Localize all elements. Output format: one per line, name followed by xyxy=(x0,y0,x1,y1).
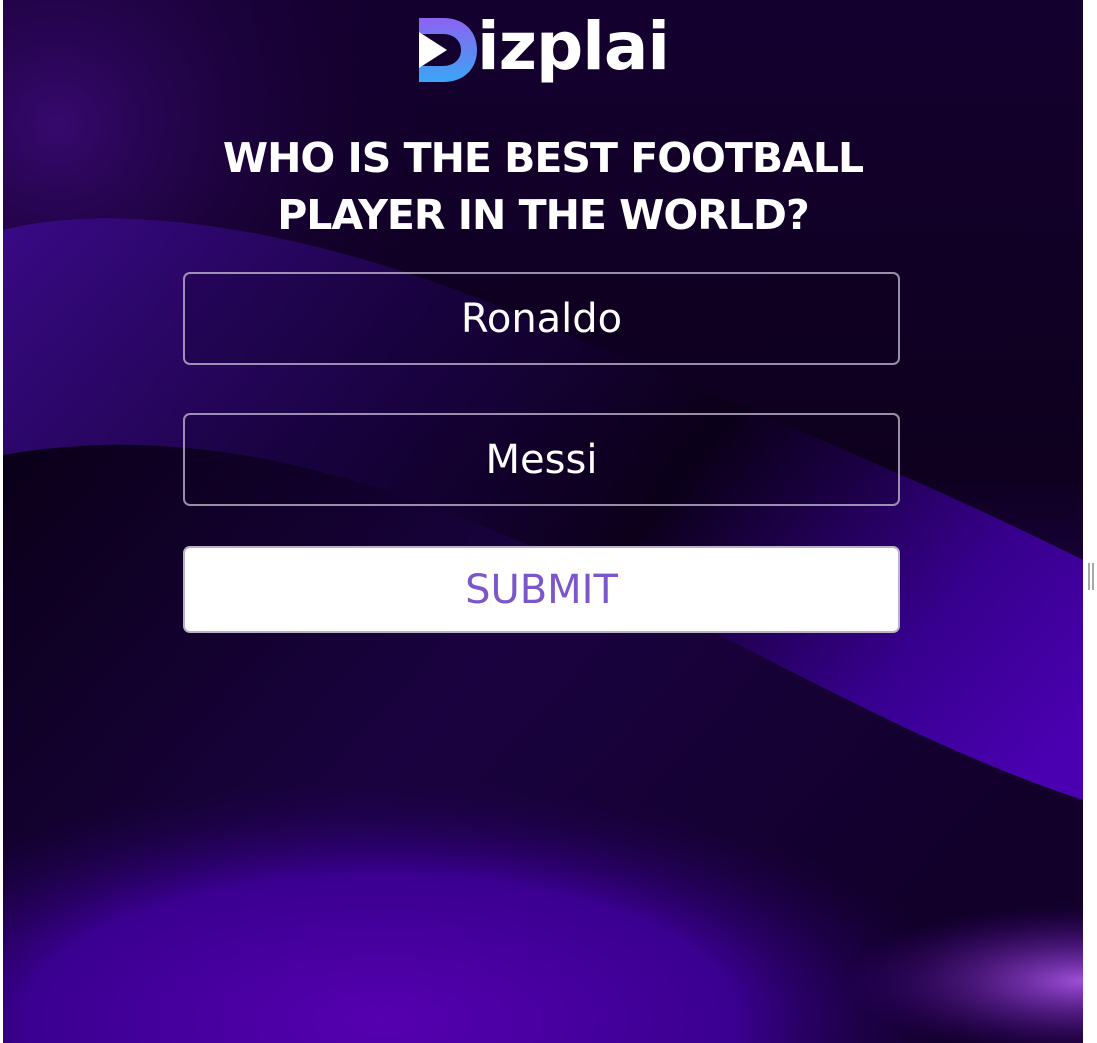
grip-line xyxy=(1092,563,1094,590)
option-ronaldo-button[interactable]: Ronaldo xyxy=(183,272,900,365)
dizplai-logo: izplai xyxy=(3,8,1083,108)
poll-screen: izplai WHO IS THE BEST FOOTBALL PLAYER I… xyxy=(3,0,1083,1043)
resize-grip-icon[interactable] xyxy=(1088,563,1095,590)
poll-question: WHO IS THE BEST FOOTBALL PLAYER IN THE W… xyxy=(222,134,864,239)
play-d-icon xyxy=(418,18,477,82)
logo-wordmark: izplai xyxy=(476,8,670,85)
submit-button[interactable]: SUBMIT xyxy=(183,546,900,633)
option-messi-button[interactable]: Messi xyxy=(183,413,900,506)
grip-line xyxy=(1088,563,1090,590)
